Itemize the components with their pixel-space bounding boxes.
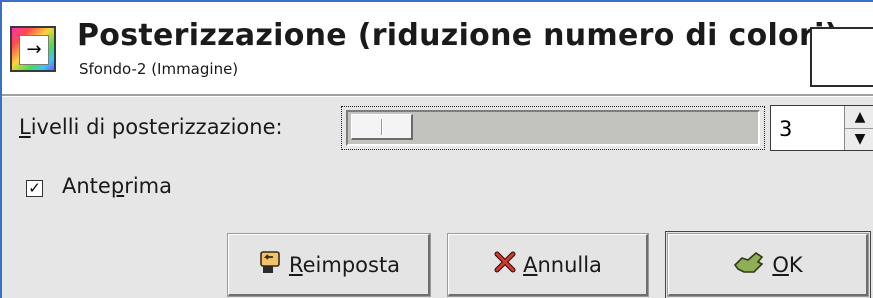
levels-slider-thumb[interactable] (351, 114, 413, 140)
preview-label-mnemonic: p (110, 174, 125, 198)
reset-label: eimposta (302, 252, 401, 277)
reset-icon (257, 249, 283, 280)
spin-up-arrow-icon[interactable]: ▲ (845, 106, 873, 129)
ok-label-mnemonic: O (772, 252, 789, 277)
levels-label-text: ivelli di posterizzazione: (30, 115, 283, 139)
dialog-subtitle: Sfondo-2 (Immagine) (79, 60, 239, 78)
image-preview-thumbnail (810, 27, 873, 87)
preview-label-pre: Ante (62, 174, 111, 198)
cancel-x-icon (493, 250, 517, 279)
cancel-button[interactable]: Annulla (448, 234, 648, 296)
levels-label-mnemonic: L (19, 115, 31, 139)
arrow-right-icon: → (19, 35, 49, 65)
slider-grip-icon (381, 119, 383, 135)
levels-label: Livelli di posterizzazione: (19, 115, 283, 139)
cancel-label-mnemonic: A (523, 252, 538, 277)
dialog-header: → Posterizzazione (riduzione numero di c… (2, 2, 873, 94)
reset-button[interactable]: Reimposta (228, 234, 430, 296)
dialog-window: → Posterizzazione (riduzione numero di c… (0, 0, 873, 298)
reset-label-mnemonic: R (288, 252, 303, 277)
cancel-label: nnulla (537, 252, 602, 277)
levels-slider[interactable] (346, 110, 760, 146)
ok-hand-icon (732, 249, 766, 280)
ok-button[interactable]: OK (665, 231, 871, 298)
preview-label[interactable]: Anteprima (62, 174, 172, 198)
ok-label: K (788, 252, 803, 277)
preview-label-post: rima (124, 174, 172, 198)
levels-spinbutton[interactable]: 3 ▲ ▼ (770, 105, 873, 151)
spin-down-arrow-icon[interactable]: ▼ (845, 128, 873, 150)
spin-buttons: ▲ ▼ (844, 106, 873, 150)
header-separator (2, 94, 873, 97)
posterize-tool-icon: → (10, 26, 56, 72)
preview-checkbox[interactable]: ✓ (26, 180, 43, 197)
levels-value[interactable]: 3 (779, 117, 792, 141)
dialog-title: Posterizzazione (riduzione numero di col… (77, 18, 839, 53)
